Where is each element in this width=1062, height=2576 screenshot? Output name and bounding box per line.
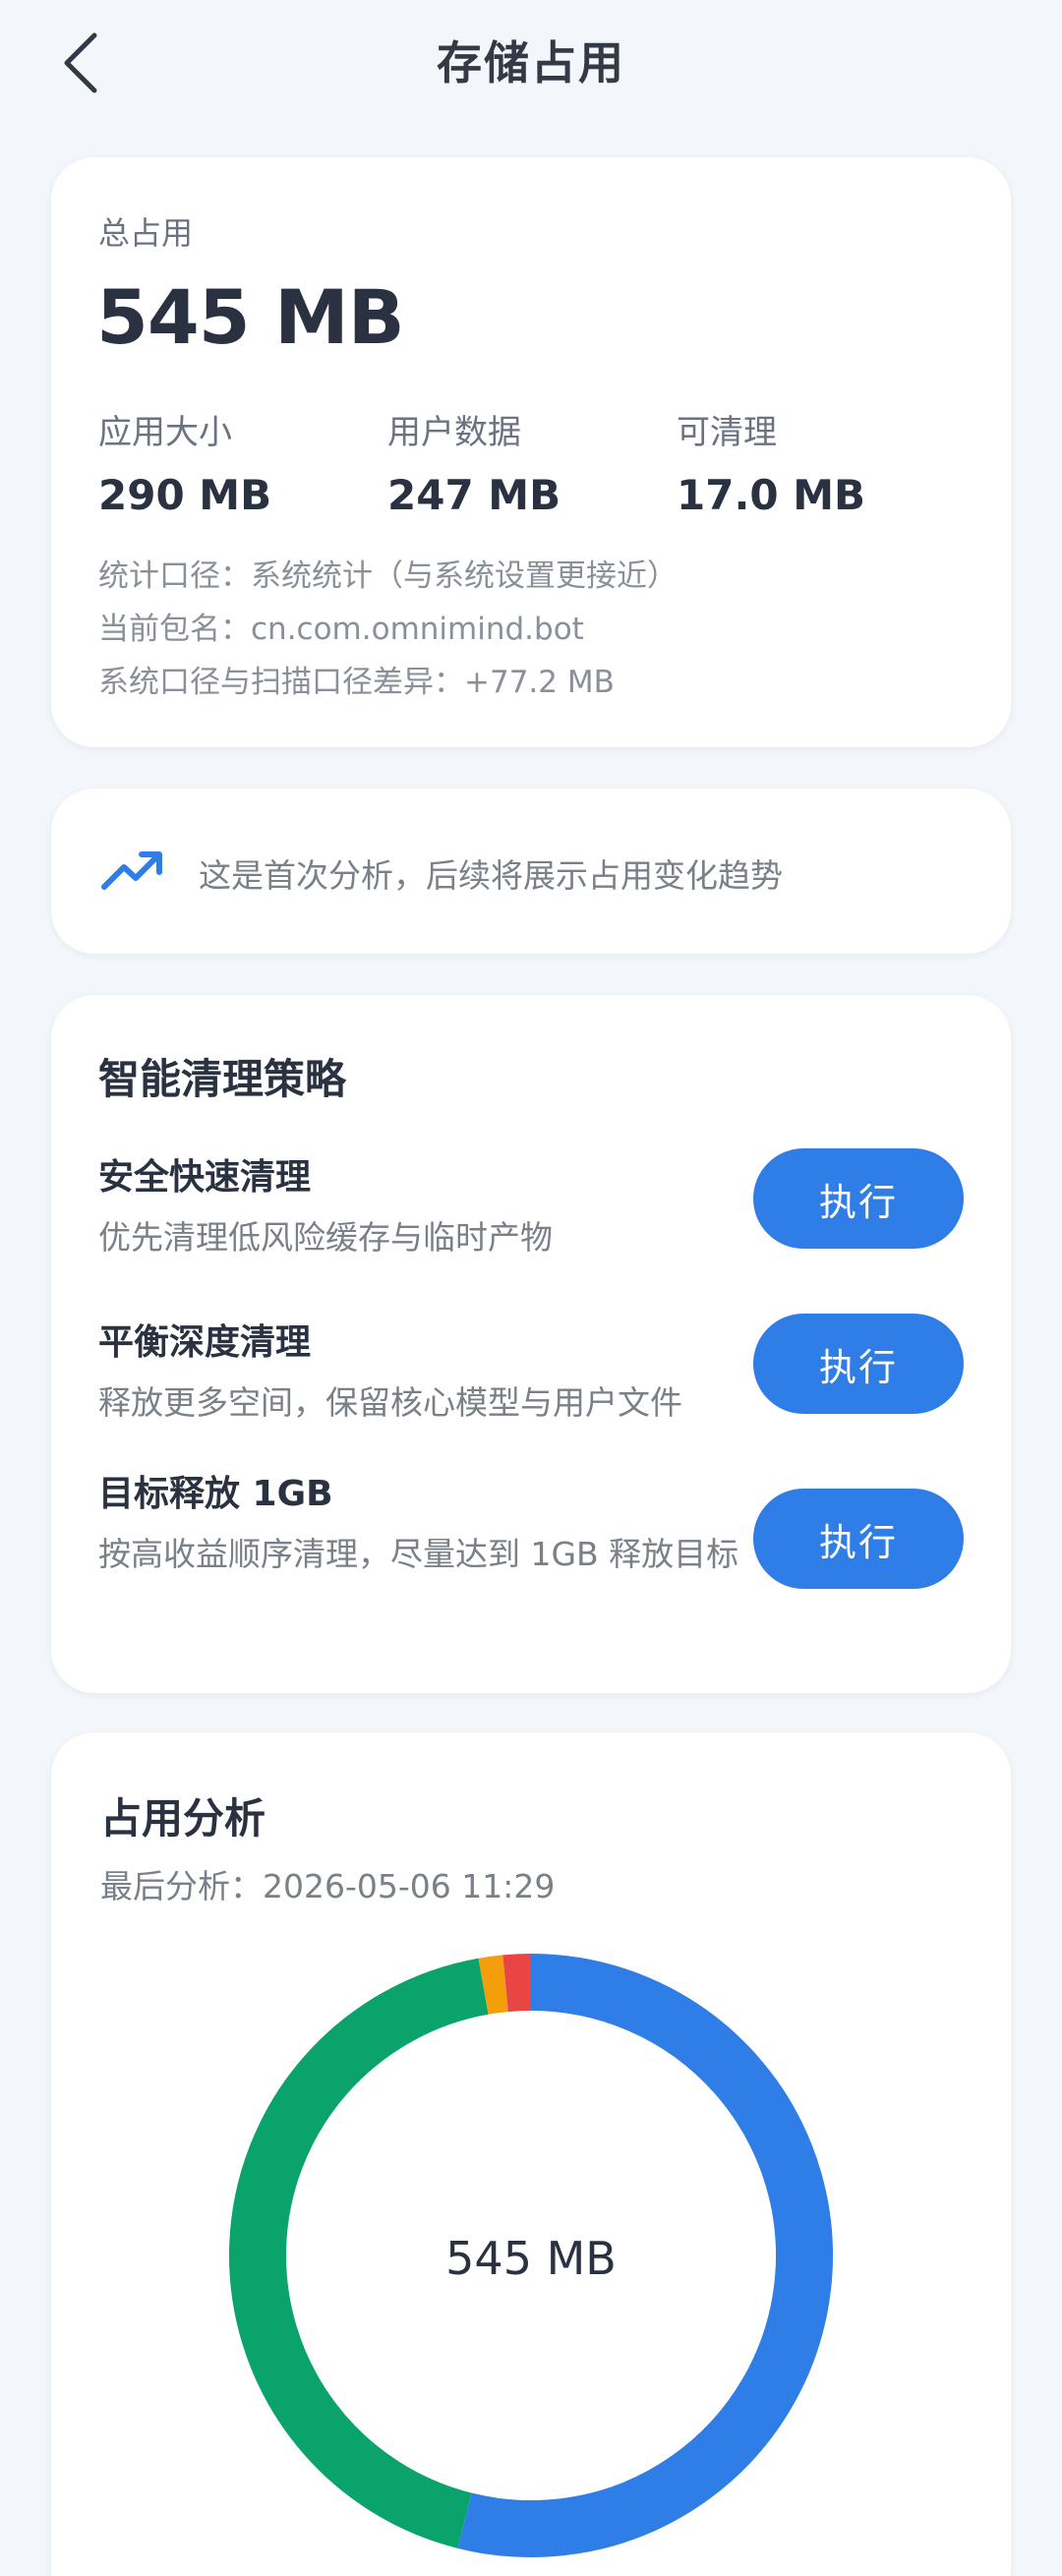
execute-balanced-deep-button[interactable]: 执行 — [753, 1314, 964, 1414]
donut-center-value: 545 MB — [445, 2232, 617, 2285]
cleanup-strategy-card: 智能清理策略 安全快速清理 优先清理低风险缓存与临时产物 执行 平衡深度清理 释… — [51, 995, 1011, 1693]
total-usage-value: 545 MB — [96, 273, 405, 361]
stat-label: 可清理 — [677, 413, 777, 452]
trend-message: 这是首次分析，后续将展示占用变化趋势 — [199, 856, 783, 895]
strategy-desc: 释放更多空间，保留核心模型与用户文件 — [98, 1383, 682, 1422]
trend-card: 这是首次分析，后续将展示占用变化趋势 — [51, 789, 1011, 954]
usage-donut-chart — [229, 1954, 833, 2557]
info-stat-basis: 统计口径：系统统计（与系统设置更接近） — [98, 558, 678, 594]
stat-value: 247 MB — [387, 471, 561, 519]
strategy-desc: 按高收益顺序清理，尽量达到 1GB 释放目标 — [98, 1535, 739, 1573]
stat-cleanable: 可清理 17.0 MB — [677, 405, 962, 519]
info-package-name: 当前包名：cn.com.omnimind.bot — [98, 612, 584, 647]
stat-label: 应用大小 — [98, 413, 232, 452]
storage-page: 存储占用 总占用 545 MB 应用大小 290 MB 用户数据 247 MB … — [0, 0, 1062, 2576]
stat-app-size: 应用大小 290 MB — [98, 405, 384, 519]
total-usage-label: 总占用 — [98, 214, 194, 252]
top-bar: 存储占用 — [0, 0, 1062, 128]
stat-user-data: 用户数据 247 MB — [387, 405, 673, 519]
strategy-desc: 优先清理低风险缓存与临时产物 — [98, 1218, 553, 1257]
stat-label: 用户数据 — [387, 413, 521, 452]
donut-slice-2 — [478, 1955, 509, 2015]
section-title: 智能清理策略 — [98, 1055, 347, 1103]
donut-slice-3 — [502, 1954, 532, 2013]
info-basis-difference: 系统口径与扫描口径差异：+77.2 MB — [98, 665, 615, 700]
trending-up-icon — [101, 851, 162, 890]
storage-summary-card: 总占用 545 MB 应用大小 290 MB 用户数据 247 MB 可清理 1… — [51, 157, 1011, 747]
usage-analysis-card: 占用分析 最后分析：2026-05-06 11:29 545 MB — [51, 1732, 1011, 2576]
page-title: 存储占用 — [437, 36, 625, 89]
stat-value: 17.0 MB — [677, 471, 866, 519]
execute-safe-quick-button[interactable]: 执行 — [753, 1148, 964, 1249]
stat-value: 290 MB — [98, 471, 272, 519]
execute-target-1gb-button[interactable]: 执行 — [753, 1489, 964, 1589]
